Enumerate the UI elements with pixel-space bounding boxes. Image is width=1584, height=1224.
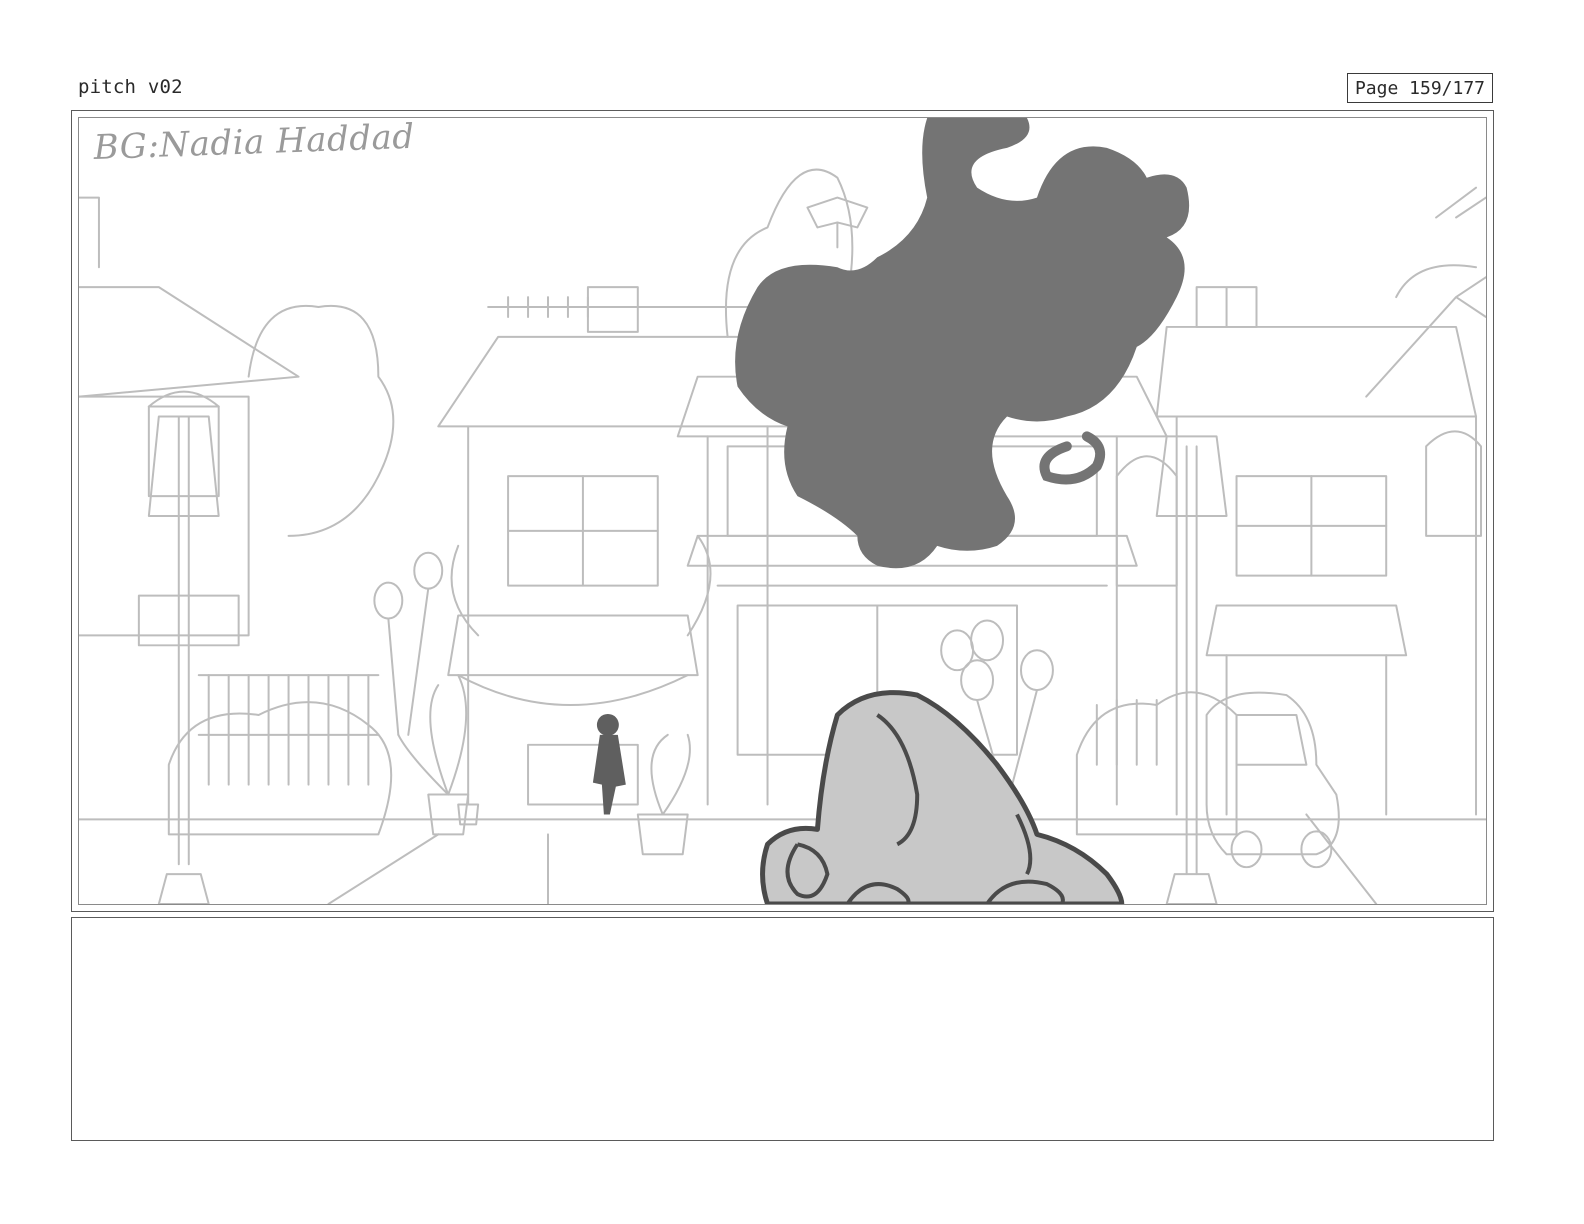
dark-shadow-silhouette bbox=[735, 118, 1190, 569]
storyboard-panel: BG:Nadia Haddad bbox=[71, 110, 1494, 912]
small-character-silhouette bbox=[592, 713, 626, 815]
foreground-creature-shape bbox=[760, 690, 1125, 904]
panel-drawing-area: BG:Nadia Haddad bbox=[78, 117, 1487, 905]
header-title: pitch v02 bbox=[78, 76, 183, 98]
dark-shadow-curl bbox=[1039, 431, 1106, 485]
street-scene-sketch bbox=[79, 118, 1486, 904]
page-number-box: Page 159/177 bbox=[1347, 73, 1493, 103]
panel-notes-box bbox=[71, 917, 1494, 1141]
